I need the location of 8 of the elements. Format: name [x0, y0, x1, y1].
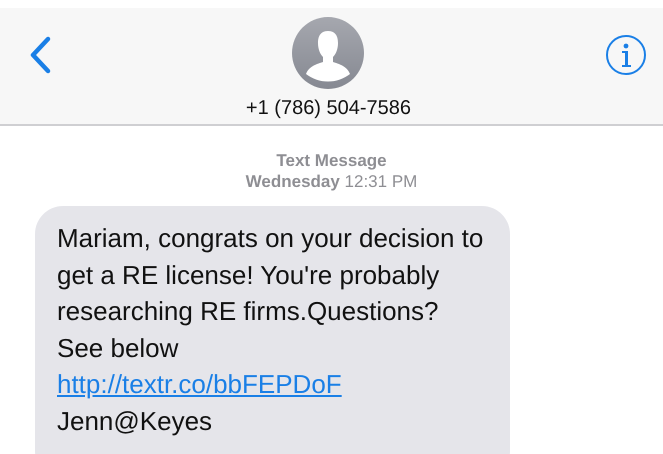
message-signature: Jenn@Keyes — [57, 404, 212, 438]
message-text: Mariam, congrats on your decision to get a RE license! You're probably researching RE firms.Questions? See below — [57, 222, 484, 364]
back-icon[interactable] — [28, 35, 52, 75]
info-icon[interactable] — [604, 34, 647, 76]
message-timestamp: Wednesday 12:31 PM — [246, 171, 418, 192]
avatar-icon[interactable] — [292, 16, 364, 88]
contact-name[interactable]: +1 (786) 504-7586 — [246, 96, 412, 120]
service-label: Text Message — [276, 150, 387, 171]
